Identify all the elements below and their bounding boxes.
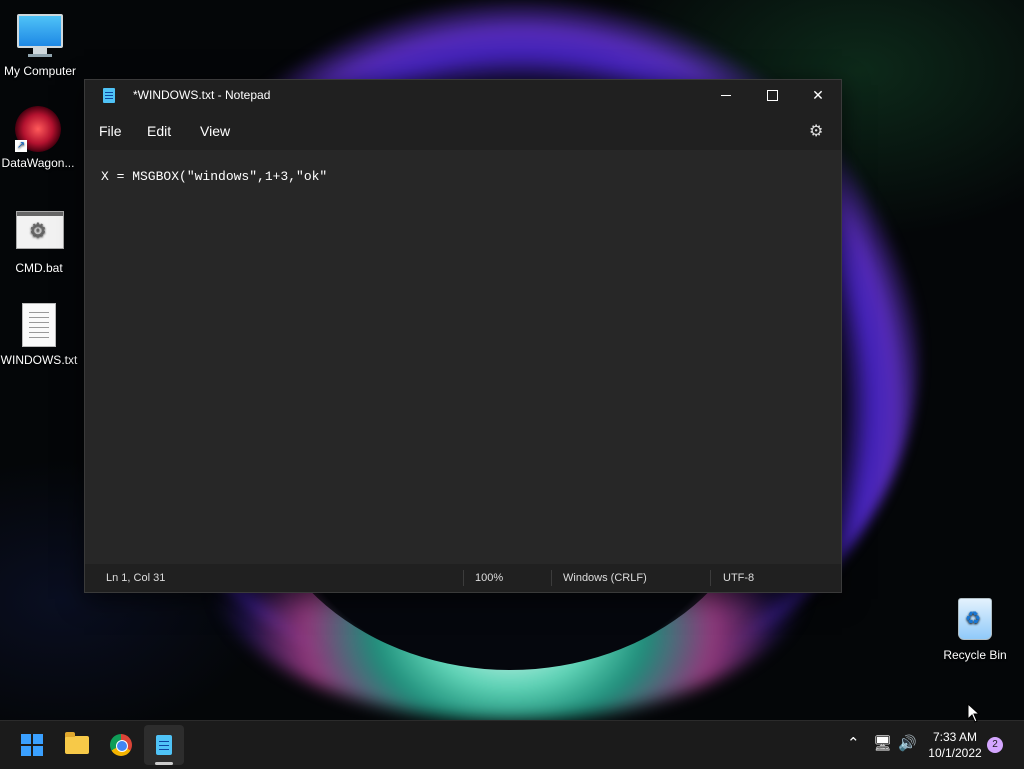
clock-date: 10/1/2022 (928, 746, 982, 760)
notification-badge[interactable]: 2 (987, 737, 1003, 753)
menu-edit[interactable]: Edit (147, 123, 171, 139)
status-divider (710, 570, 711, 586)
minimize-icon (721, 94, 731, 96)
minimize-button[interactable] (703, 80, 749, 110)
volume-icon[interactable]: 🔊 (898, 734, 917, 752)
status-bar: Ln 1, Col 31 100% Windows (CRLF) UTF-8 (85, 564, 841, 592)
desktop-icon-cmd-bat[interactable]: ⚙ CMD.bat (0, 207, 79, 275)
menu-view[interactable]: View (200, 123, 230, 139)
maximize-button[interactable] (749, 80, 795, 110)
settings-button[interactable]: ⚙ (809, 121, 823, 141)
cursor-position: Ln 1, Col 31 (106, 572, 166, 584)
desktop-icon-label: DataWagon... (1, 156, 75, 170)
file-explorer-icon (65, 732, 89, 754)
close-button[interactable]: ✕ (795, 80, 841, 110)
close-icon: ✕ (812, 86, 824, 103)
datawagon-icon: ↗ (15, 106, 61, 152)
start-icon (21, 734, 43, 756)
notepad-icon (103, 88, 115, 103)
taskbar-file-explorer[interactable] (57, 725, 97, 765)
text-editor[interactable]: X = MSGBOX("windows",1+3,"ok" (85, 150, 841, 564)
running-indicator (155, 762, 173, 765)
title-bar[interactable]: *WINDOWS.txt - Notepad ✕ (85, 80, 841, 110)
gear-icon: ⚙ (809, 123, 824, 140)
gear-icon: ⚙ (29, 220, 47, 242)
menu-bar: File Edit View ⚙ (85, 110, 841, 150)
desktop-icon-label: Recycle Bin (943, 648, 1007, 662)
taskbar: ⌃ 🖥 🔊 7:33 AM 10/1/2022 2 (0, 720, 1024, 769)
editor-content[interactable]: X = MSGBOX("windows",1+3,"ok" (101, 169, 327, 184)
shortcut-arrow-icon: ↗ (15, 140, 27, 152)
network-icon[interactable]: 🖥 (873, 734, 892, 752)
zoom-level: 100% (475, 572, 504, 584)
batch-file-icon: ⚙ (16, 211, 64, 257)
desktop-icon-datawagon[interactable]: ↗ DataWagon... (0, 106, 78, 170)
encoding: UTF-8 (723, 572, 755, 584)
mouse-cursor-icon (967, 703, 981, 723)
taskbar-notepad[interactable] (144, 725, 184, 765)
clock[interactable]: 7:33 AM 10/1/2022 (924, 729, 986, 761)
desktop-icon-label: CMD.bat (15, 261, 63, 275)
notepad-window[interactable]: *WINDOWS.txt - Notepad ✕ File Edit View … (84, 79, 842, 593)
desktop-icon-label: My Computer (3, 64, 77, 78)
start-button[interactable] (12, 725, 52, 765)
monitor-icon (17, 14, 63, 60)
menu-file[interactable]: File (99, 123, 122, 139)
maximize-icon (766, 89, 778, 101)
status-divider (551, 570, 552, 586)
text-file-icon (16, 303, 62, 349)
clock-time: 7:33 AM (932, 730, 978, 744)
recycle-bin-icon (952, 598, 998, 644)
desktop-icon-windows-txt[interactable]: WINDOWS.txt (0, 303, 79, 367)
window-title: *WINDOWS.txt - Notepad (133, 88, 271, 102)
notepad-icon (156, 735, 172, 755)
status-divider (463, 570, 464, 586)
chrome-icon (110, 734, 132, 756)
line-ending: Windows (CRLF) (563, 572, 647, 584)
desktop-icon-recycle-bin[interactable]: Recycle Bin (935, 598, 1015, 662)
taskbar-chrome[interactable] (101, 725, 141, 765)
desktop-icon-label: WINDOWS.txt (0, 353, 78, 367)
desktop-icon-my-computer[interactable]: My Computer (0, 10, 80, 78)
show-hidden-icons-chevron-icon[interactable]: ⌃ (847, 734, 860, 752)
